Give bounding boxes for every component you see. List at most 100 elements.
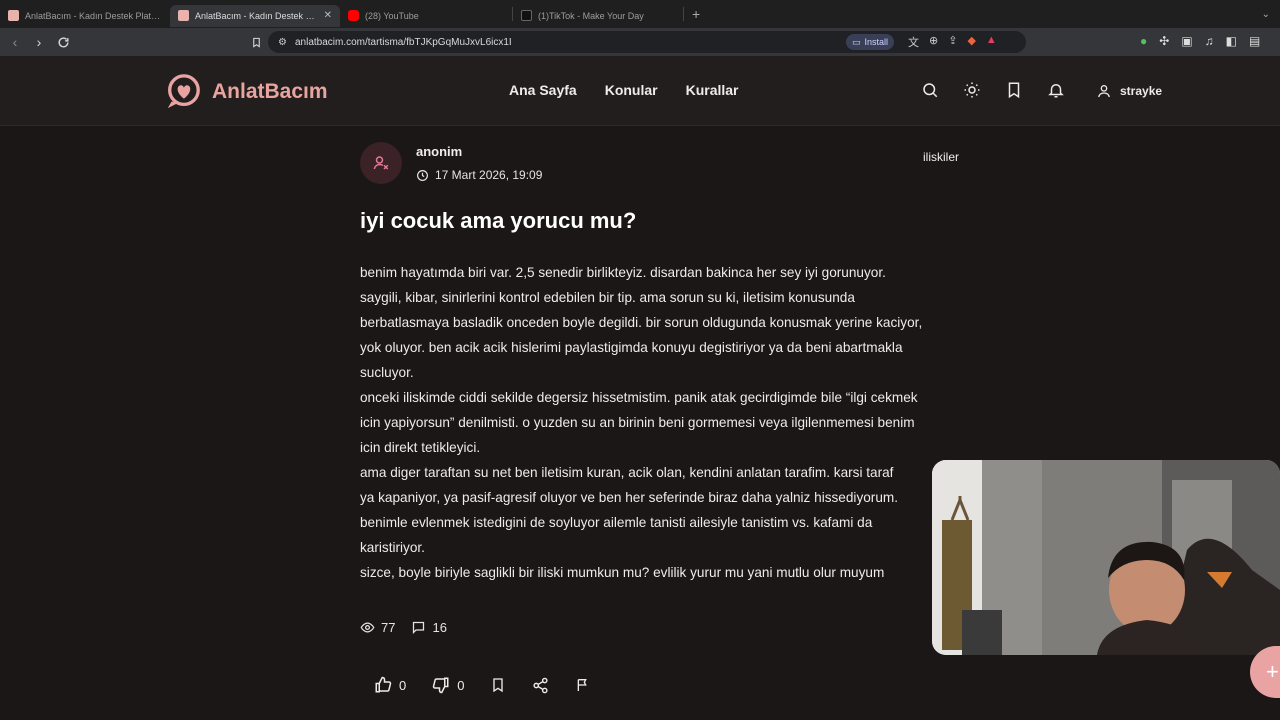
search-icon[interactable]: [921, 81, 939, 99]
site-header: AnlatBacım Ana Sayfa Konular Kurallar st…: [0, 56, 1280, 126]
bookmark-icon: [490, 677, 506, 693]
forward-icon[interactable]: ›: [28, 31, 50, 53]
username: strayke: [1120, 84, 1163, 98]
post-body-line: icin direkt tetikleyici.: [360, 440, 481, 455]
anonymous-user-icon: [372, 154, 390, 172]
post-body-line: karistiriyor.: [360, 540, 425, 555]
browser-tab-bar: AnlatBacım - Kadın Destek Platformu Anla…: [0, 0, 1280, 28]
close-tab-icon[interactable]: ✕: [324, 10, 332, 21]
post-body-line: sucluyor.: [360, 365, 414, 380]
logo-text: AnlatBacım: [212, 80, 328, 103]
post-title: iyi cocuk ama yorucu mu?: [360, 208, 637, 233]
post-body-line: benim hayatımda biri var. 2,5 senedir bi…: [360, 265, 886, 280]
bell-icon[interactable]: [1047, 81, 1065, 99]
tab-title: AnlatBacım - Kadın Destek Platformu: [25, 10, 162, 21]
main-nav: Ana Sayfa Konular Kurallar: [509, 82, 739, 98]
anonymous-avatar: [360, 142, 402, 184]
back-icon[interactable]: ‹: [4, 31, 26, 53]
anlatbacim-favicon-icon: [178, 10, 189, 21]
tab-title: AnlatBacım - Kadın Destek Platformu: [195, 10, 320, 21]
post-body-line: berbatlasmaya basladik onceden boyle deg…: [360, 315, 923, 330]
translate-icon[interactable]: 文: [908, 34, 919, 50]
tab-search-icon[interactable]: ⌄: [1262, 9, 1270, 20]
extension-globe-icon[interactable]: ●: [1140, 34, 1147, 48]
logo-heart-bubble-icon: [164, 73, 202, 111]
webcam-overlay: [932, 460, 1280, 655]
post-actions: 0 0: [374, 676, 591, 694]
site-logo[interactable]: AnlatBacım: [164, 73, 328, 111]
view-count: 77: [360, 620, 395, 635]
user-icon: [1096, 83, 1112, 99]
theme-toggle-icon[interactable]: [963, 81, 981, 99]
post-body-line: ya kapaniyor, ya pasif-agresif oluyor ve…: [360, 490, 898, 505]
like-count: 0: [399, 677, 407, 693]
flag-icon: [575, 677, 591, 693]
comment-count-text: 16: [432, 620, 447, 635]
anlatbacim-favicon-icon: [8, 10, 19, 21]
thumbs-down-icon: [432, 676, 450, 694]
save-post-button[interactable]: [490, 677, 506, 693]
wallet-icon[interactable]: ▤: [1249, 34, 1260, 48]
nav-link-konular[interactable]: Konular: [605, 82, 658, 98]
brave-rewards-icon[interactable]: ▲: [986, 34, 997, 50]
dislike-button[interactable]: 0: [432, 676, 464, 694]
dislike-count: 0: [457, 677, 465, 693]
address-bar[interactable]: ⚙ anlatbacim.com/tartisma/fbTJKpGqMuJxvL…: [268, 31, 1026, 53]
thumbs-up-icon: [374, 676, 392, 694]
bookmark-icon[interactable]: [1005, 81, 1023, 99]
new-tab-button[interactable]: +: [692, 6, 700, 22]
browser-toolbar: ‹ › ⚙ anlatbacim.com/tartisma/fbTJKpGqMu…: [0, 28, 1280, 56]
post-body: benim hayatımda biri var. 2,5 senedir bi…: [360, 260, 980, 585]
post-body-line: icin yapiyorsun” denilmisti. o yuzden su…: [360, 415, 915, 430]
extensions-puzzle-icon[interactable]: ✣: [1159, 34, 1169, 48]
omnibox-actions: 文 ⊕ ⇪ ◆ ▲: [908, 34, 997, 50]
tab-divider: [683, 7, 684, 21]
nav-link-ana-sayfa[interactable]: Ana Sayfa: [509, 82, 577, 98]
youtube-favicon-icon: [348, 10, 359, 21]
extension-icons: ● ✣ ▣ ♫ ◧ ▤: [1140, 34, 1260, 48]
comment-count[interactable]: 16: [411, 620, 447, 635]
share-icon: [532, 677, 549, 694]
browser-tab-tiktok[interactable]: (1)TikTok - Make Your Day: [513, 5, 683, 27]
reload-icon[interactable]: [52, 31, 74, 53]
screenshot-icon[interactable]: ▣: [1181, 34, 1192, 48]
report-button[interactable]: [575, 677, 591, 693]
url-text: anlatbacim.com/tartisma/fbTJKpGqMuJxvL6i…: [294, 36, 512, 48]
post-date: 17 Mart 2026, 19:09: [416, 168, 542, 182]
media-icon[interactable]: ♫: [1205, 34, 1214, 48]
comment-icon: [411, 620, 426, 635]
post-body-line: benimle evlenmek istedigini de soyluyor …: [360, 515, 873, 530]
tab-title: (28) YouTube: [365, 10, 419, 21]
eye-icon: [360, 620, 375, 635]
site-info-icon[interactable]: ⚙: [278, 37, 287, 48]
share-button[interactable]: [532, 677, 549, 694]
plus-icon: +: [1266, 659, 1279, 684]
nav-link-kurallar[interactable]: Kurallar: [686, 82, 739, 98]
browser-tab-anlatbacim-2[interactable]: AnlatBacım - Kadın Destek Platformu ✕: [170, 4, 340, 27]
install-app-button[interactable]: ▭ Install: [846, 34, 895, 50]
post-body-line: yok oluyor. ben acik acik hislerimi payl…: [360, 340, 903, 355]
zoom-icon[interactable]: ⊕: [929, 34, 938, 50]
browser-tab-youtube[interactable]: (28) YouTube: [340, 5, 512, 27]
post-stats: 77 16: [360, 620, 447, 635]
bookmark-page-icon[interactable]: [245, 31, 267, 53]
view-count-text: 77: [381, 620, 396, 635]
sidebar-icon[interactable]: ◧: [1226, 34, 1237, 48]
post-author: anonim: [416, 144, 463, 159]
post-body-line: sizce, boyle biriyle saglikli bir iliski…: [360, 565, 885, 580]
install-icon: ▭: [852, 36, 861, 47]
header-actions: [921, 81, 1065, 99]
share-icon[interactable]: ⇪: [948, 34, 957, 50]
browser-tab-anlatbacim-1[interactable]: AnlatBacım - Kadın Destek Platformu: [0, 5, 170, 27]
post-category[interactable]: iliskiler: [923, 150, 959, 164]
webcam-scene: [932, 460, 1280, 655]
brave-shield-icon[interactable]: ◆: [967, 34, 975, 50]
tiktok-favicon-icon: [521, 10, 532, 21]
like-button[interactable]: 0: [374, 676, 406, 694]
tab-title: (1)TikTok - Make Your Day: [538, 10, 644, 21]
post-date-text: 17 Mart 2026, 19:09: [435, 168, 543, 182]
clock-icon: [416, 169, 429, 182]
install-label: Install: [864, 37, 889, 47]
user-menu-button[interactable]: strayke: [1086, 76, 1172, 106]
post-body-line: ama diger taraftan su net ben iletisim k…: [360, 465, 894, 480]
